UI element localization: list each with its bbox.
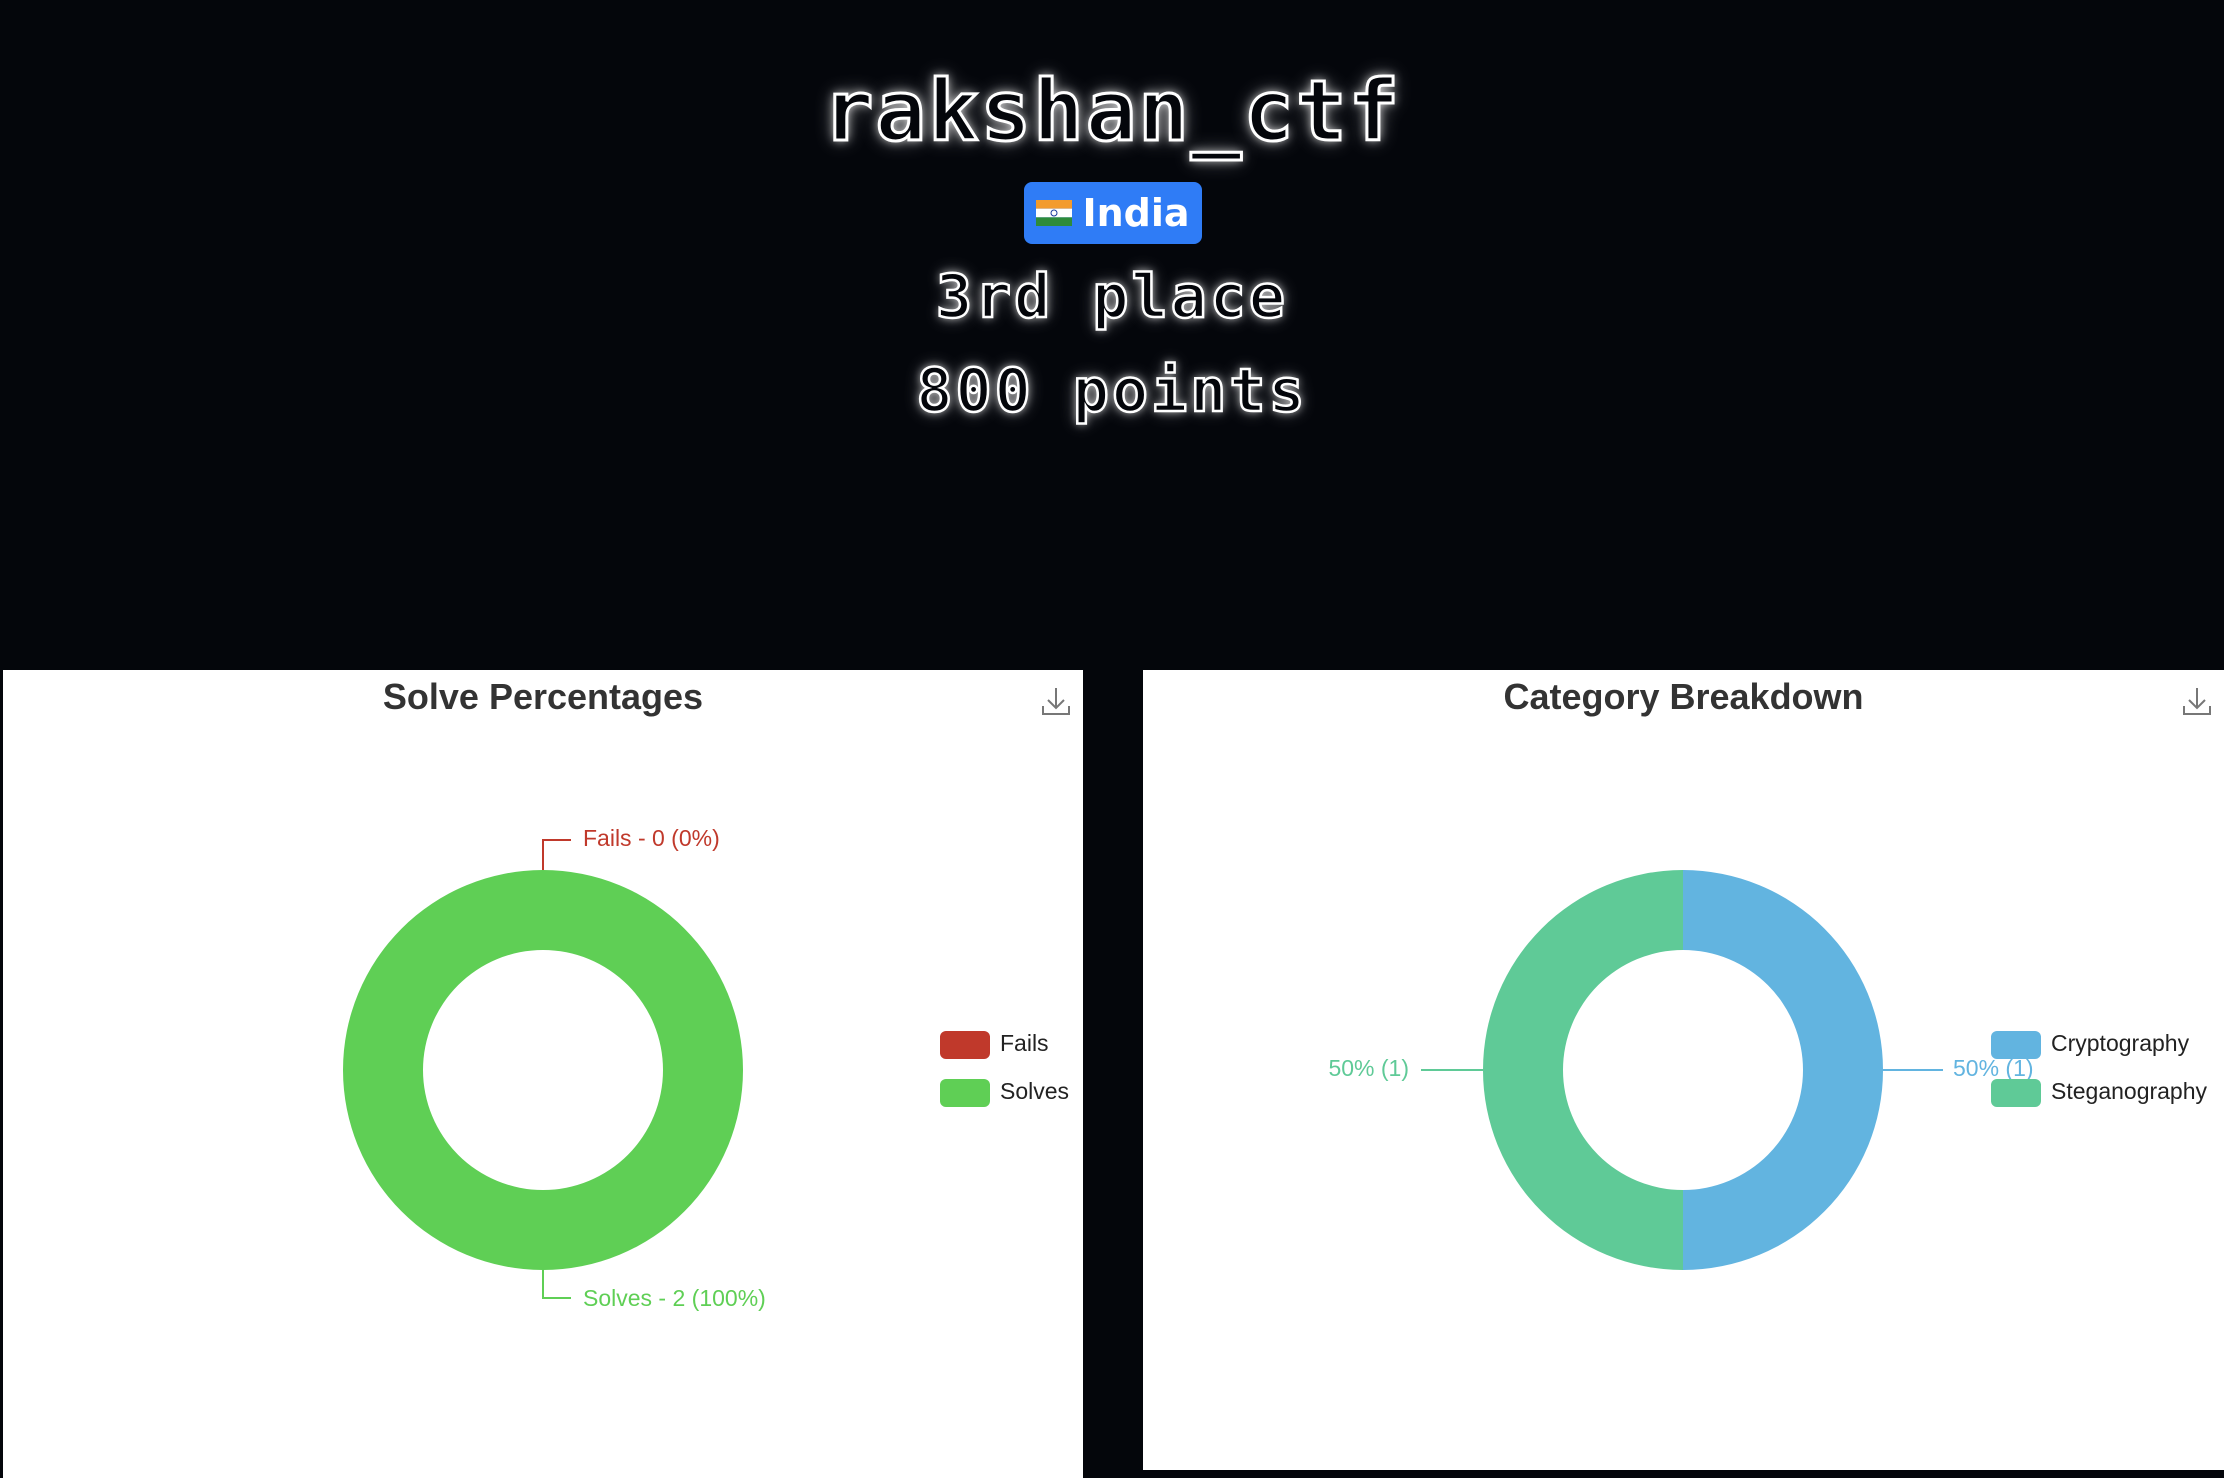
- legend-label-fails[interactable]: Fails: [1000, 1030, 1049, 1056]
- label-line-fails: [542, 839, 571, 870]
- team-points: 800 points: [915, 355, 1308, 428]
- slice-cryptography[interactable]: [1683, 870, 1883, 1270]
- legend-label-solves[interactable]: Solves: [1000, 1078, 1069, 1104]
- legend-swatch-solves[interactable]: [940, 1079, 990, 1107]
- solve-percentages-panel: Solve Percentages Fails - 0 (0%) Solves -…: [3, 670, 1083, 1478]
- legend-label-steganography[interactable]: Steganography: [2051, 1078, 2208, 1104]
- legend-label-cryptography[interactable]: Cryptography: [2051, 1030, 2190, 1056]
- india-flag-icon: [1036, 200, 1073, 226]
- label-line-solves: [542, 1270, 571, 1299]
- data-label-steganography: 50% (1): [1328, 1055, 1409, 1081]
- legend-swatch-fails[interactable]: [940, 1031, 990, 1059]
- country-name: India: [1082, 191, 1190, 235]
- legend-swatch-steganography[interactable]: [1991, 1079, 2041, 1107]
- team-name: rakshan_ctf: [821, 61, 1402, 162]
- country-badge[interactable]: India: [1024, 182, 1202, 244]
- team-header: rakshan_ctf India 3rd place 800 points: [0, 0, 2224, 670]
- legend-swatch-cryptography[interactable]: [1991, 1031, 2041, 1059]
- slice-steganography[interactable]: [1483, 870, 1683, 1270]
- team-place: 3rd place: [935, 261, 1289, 334]
- category-breakdown-chart: 50% (1)50% (1)CryptographySteganography: [1328, 870, 2208, 1270]
- slice-solves[interactable]: [343, 870, 743, 1270]
- data-label-solves: Solves - 2 (100%): [583, 1285, 766, 1311]
- category-breakdown-panel: Category Breakdown 50% (1) 50% (1) Cryptog…: [1143, 670, 2224, 1470]
- data-label-fails: Fails - 0 (0%): [583, 825, 720, 851]
- solve-percentages-chart: Fails - 0 (0%) Solves - 2 (100%) Fails Solv…: [343, 825, 1069, 1311]
